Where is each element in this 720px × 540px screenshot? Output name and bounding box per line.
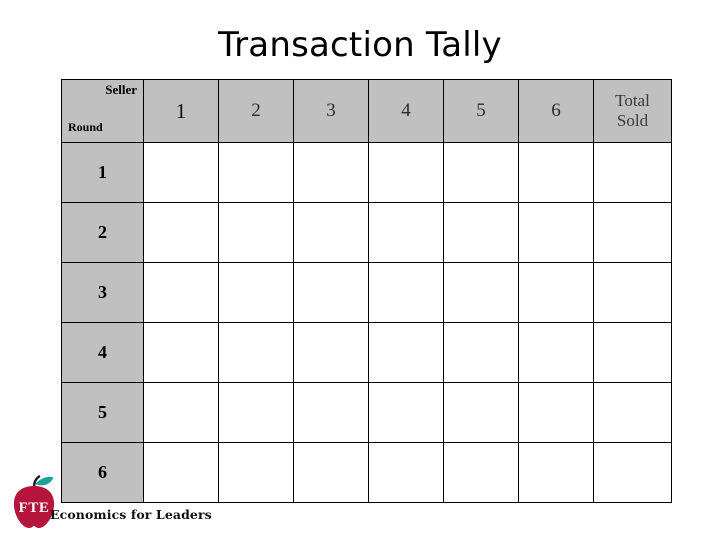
total-cell-r5[interactable] [593, 382, 672, 443]
table-row: 2 [61, 202, 672, 263]
tally-cell-r2-s3[interactable] [293, 202, 369, 263]
round-label-3: 3 [61, 262, 144, 323]
tally-cell-r1-s2[interactable] [218, 142, 294, 203]
table-row: 5 [61, 382, 672, 443]
tally-cell-r5-s6[interactable] [518, 382, 594, 443]
seller-header-4: 4 [368, 79, 444, 143]
corner-header-cell: Seller Round [61, 79, 144, 143]
fte-monogram: FTE [19, 500, 50, 516]
total-sold-line1: Total [615, 90, 650, 110]
tally-cell-r4-s2[interactable] [218, 322, 294, 383]
round-label-2: 2 [61, 202, 144, 263]
total-cell-r3[interactable] [593, 262, 672, 323]
tally-cell-r5-s5[interactable] [443, 382, 519, 443]
tally-cell-r4-s5[interactable] [443, 322, 519, 383]
table-row: 1 [61, 142, 672, 203]
page-title: Transaction Tally [218, 25, 502, 65]
total-cell-r4[interactable] [593, 322, 672, 383]
tally-cell-r4-s1[interactable] [143, 322, 219, 383]
tally-cell-r3-s6[interactable] [518, 262, 594, 323]
tally-cell-r5-s2[interactable] [218, 382, 294, 443]
seller-header-2: 2 [218, 79, 294, 143]
tally-cell-r2-s1[interactable] [143, 202, 219, 263]
round-label-5: 5 [61, 382, 144, 443]
seller-header-5: 5 [443, 79, 519, 143]
tally-cell-r1-s5[interactable] [443, 142, 519, 203]
tally-cell-r3-s1[interactable] [143, 262, 219, 323]
tally-cell-r1-s6[interactable] [518, 142, 594, 203]
tally-cell-r2-s6[interactable] [518, 202, 594, 263]
tally-cell-r5-s3[interactable] [293, 382, 369, 443]
corner-header-inner: Seller Round [62, 80, 143, 142]
tally-cell-r3-s3[interactable] [293, 262, 369, 323]
table-row: 3 [61, 262, 672, 323]
seller-header-1: 1 [143, 79, 219, 143]
total-cell-r1[interactable] [593, 142, 672, 203]
transaction-tally-table: Seller Round 1 2 3 4 5 6 Total Sold 1 2 … [61, 79, 672, 503]
seller-header-3: 3 [293, 79, 369, 143]
footer: FTE Economics for Leaders [4, 474, 334, 536]
tally-cell-r6-s6[interactable] [518, 442, 594, 503]
tally-cell-r5-s1[interactable] [143, 382, 219, 443]
tally-cell-r3-s4[interactable] [368, 262, 444, 323]
tally-cell-r4-s4[interactable] [368, 322, 444, 383]
tally-cell-r6-s4[interactable] [368, 442, 444, 503]
seller-header-6: 6 [518, 79, 594, 143]
total-sold-line2: Sold [616, 111, 649, 130]
round-label-4: 4 [61, 322, 144, 383]
tally-cell-r2-s4[interactable] [368, 202, 444, 263]
tally-cell-r4-s6[interactable] [518, 322, 594, 383]
tally-cell-r4-s3[interactable] [293, 322, 369, 383]
seller-axis-label: Seller [105, 82, 137, 97]
tally-cell-r5-s4[interactable] [368, 382, 444, 443]
tally-cell-r3-s5[interactable] [443, 262, 519, 323]
organization-name: Economics for Leaders [50, 507, 212, 522]
total-sold-header: Total Sold [593, 79, 672, 143]
table-row: 4 [61, 322, 672, 383]
tally-cell-r2-s5[interactable] [443, 202, 519, 263]
tally-cell-r1-s1[interactable] [143, 142, 219, 203]
total-cell-r6[interactable] [593, 442, 672, 503]
round-label-1: 1 [61, 142, 144, 203]
tally-cell-r1-s4[interactable] [368, 142, 444, 203]
tally-cell-r2-s2[interactable] [218, 202, 294, 263]
tally-cell-r3-s2[interactable] [218, 262, 294, 323]
tally-cell-r1-s3[interactable] [293, 142, 369, 203]
round-axis-label: Round [68, 120, 103, 134]
tally-cell-r6-s5[interactable] [443, 442, 519, 503]
total-cell-r2[interactable] [593, 202, 672, 263]
table-header-row: Seller Round 1 2 3 4 5 6 Total Sold [61, 79, 672, 143]
